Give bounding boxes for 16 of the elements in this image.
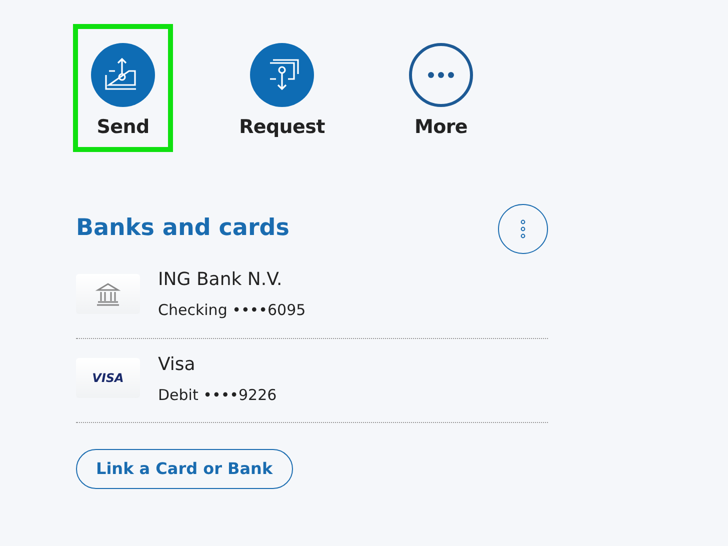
request-action[interactable]: Request xyxy=(232,24,332,152)
more-action[interactable]: More xyxy=(391,24,491,152)
more-icon xyxy=(426,71,456,79)
account-row[interactable]: ING Bank N.V. Checking ••••6095 xyxy=(76,254,548,338)
section-title: Banks and cards xyxy=(76,215,290,243)
bank-icon xyxy=(95,280,121,307)
account-row[interactable]: VISA Visa Debit ••••9226 xyxy=(76,338,548,423)
vertical-dots-icon xyxy=(520,219,526,239)
account-name: ING Bank N.V. xyxy=(158,268,284,292)
send-action[interactable]: Send xyxy=(73,24,173,152)
card-logo: VISA xyxy=(76,358,140,398)
link-card-button[interactable]: Link a Card or Bank xyxy=(76,449,293,489)
account-detail: Debit ••••9226 xyxy=(158,384,277,406)
account-name: Visa xyxy=(158,352,196,376)
account-detail: Checking ••••6095 xyxy=(158,300,306,321)
options-button[interactable] xyxy=(498,204,548,254)
